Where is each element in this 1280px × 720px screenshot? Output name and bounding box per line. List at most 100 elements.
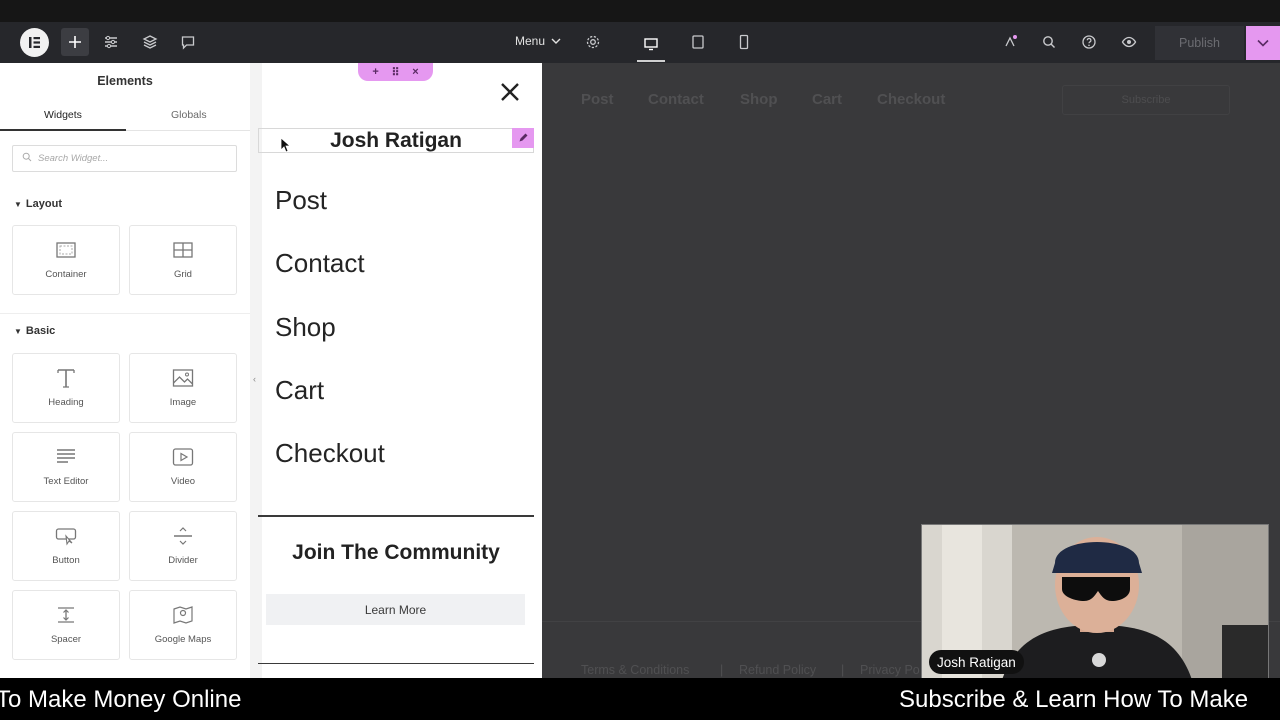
mobile-view-icon[interactable] xyxy=(730,28,758,56)
widget-search-box[interactable] xyxy=(12,145,237,172)
widget-grid[interactable]: Grid xyxy=(129,225,237,295)
menu-item-checkout[interactable]: Checkout xyxy=(275,438,385,469)
widget-spacer[interactable]: Spacer xyxy=(12,590,120,660)
document-menu-dropdown[interactable]: Menu xyxy=(515,34,561,48)
widget-label: Divider xyxy=(168,555,198,566)
preview-eye-icon[interactable] xyxy=(1115,28,1143,56)
caret-down-icon: ▼ xyxy=(14,199,22,209)
footer-link-refund[interactable]: Refund Policy xyxy=(739,663,816,677)
section-layout-header[interactable]: ▼ Layout xyxy=(14,198,62,210)
widget-label: Container xyxy=(45,269,87,280)
widget-label: Video xyxy=(170,476,196,487)
desktop-view-icon[interactable] xyxy=(637,28,665,62)
nav-link-post[interactable]: Post xyxy=(581,91,614,108)
ticker-text-right: Subscribe & Learn How To Make xyxy=(899,686,1249,713)
container-icon xyxy=(56,242,76,258)
widget-label: Image xyxy=(169,397,197,408)
learn-more-button[interactable]: Learn More xyxy=(266,594,525,625)
tab-globals[interactable]: Globals xyxy=(171,109,207,121)
widget-label: Button xyxy=(52,555,80,566)
editor-screen: Menu Publish Elements Widgets Globals Se… xyxy=(0,0,1280,720)
widget-label: Text Editor xyxy=(43,476,89,487)
elements-panel: Elements Widgets Globals ▼ Layout Contai… xyxy=(0,63,250,678)
widget-heading[interactable]: Heading xyxy=(12,353,120,423)
subscribe-button[interactable]: Subscribe xyxy=(1062,85,1230,115)
container-handle[interactable]: + ⠿ × xyxy=(358,63,433,81)
footer-link-terms[interactable]: Terms & Conditions xyxy=(581,663,689,677)
widget-container[interactable]: Container xyxy=(12,225,120,295)
widget-image[interactable]: Image xyxy=(129,353,237,423)
menu-item-shop[interactable]: Shop xyxy=(275,312,336,343)
text-editor-icon xyxy=(57,449,75,463)
delete-container-icon[interactable]: × xyxy=(412,66,418,78)
active-tab-indicator xyxy=(0,129,126,131)
image-icon xyxy=(172,369,194,387)
editor-toolbar: Menu Publish xyxy=(0,22,1280,63)
nav-link-contact[interactable]: Contact xyxy=(648,91,704,108)
panel-title: Elements xyxy=(97,74,153,88)
document-name: Menu xyxy=(515,34,546,48)
widget-label: Grid xyxy=(174,269,192,280)
site-settings-icon[interactable] xyxy=(97,28,125,56)
nav-link-shop[interactable]: Shop xyxy=(740,91,778,108)
map-pin-icon xyxy=(173,606,193,624)
help-question-icon[interactable] xyxy=(1075,28,1103,56)
community-heading: Join The Community xyxy=(292,541,500,564)
elementor-logo-icon[interactable] xyxy=(20,28,49,57)
publish-options-chevron-icon[interactable] xyxy=(1246,26,1280,60)
webcam-name-label: Josh Ratigan xyxy=(929,650,1024,674)
chevron-down-icon xyxy=(551,34,561,48)
section-divider xyxy=(0,313,250,314)
window-top-strip xyxy=(0,0,1280,22)
widget-divider[interactable]: Divider xyxy=(129,511,237,581)
search-icon[interactable] xyxy=(1035,28,1063,56)
menu-item-contact[interactable]: Contact xyxy=(275,248,365,279)
widget-search-input[interactable] xyxy=(38,153,228,164)
footer-separator: | xyxy=(841,663,845,677)
section-title: Basic xyxy=(25,325,56,337)
drag-handle-icon[interactable]: ⠿ xyxy=(391,66,399,79)
panel-tabs: Widgets Globals xyxy=(0,103,250,131)
heading-t-icon xyxy=(57,369,75,388)
mouse-cursor-icon xyxy=(280,137,292,158)
scrolling-ticker: To Make Money Online Subscribe & Learn H… xyxy=(0,678,1280,720)
ticker-text-left: To Make Money Online xyxy=(0,686,242,713)
divider-icon xyxy=(174,527,192,545)
edit-pencil-icon[interactable] xyxy=(512,128,534,148)
widget-label: Heading xyxy=(48,397,84,408)
nav-link-checkout[interactable]: Checkout xyxy=(877,91,945,108)
grid-icon xyxy=(173,242,193,258)
widget-text-editor[interactable]: Text Editor xyxy=(12,432,120,502)
widget-google-maps[interactable]: Google Maps xyxy=(129,590,237,660)
tablet-view-icon[interactable] xyxy=(684,28,712,56)
notes-comment-icon[interactable] xyxy=(174,28,202,56)
close-menu-icon[interactable] xyxy=(497,79,523,105)
offcanvas-menu xyxy=(262,63,542,678)
widget-label: Spacer xyxy=(50,634,82,645)
section-basic-header[interactable]: ▼ Basic xyxy=(14,325,55,337)
search-icon xyxy=(22,152,32,165)
widget-button[interactable]: Button xyxy=(12,511,120,581)
structure-layers-icon[interactable] xyxy=(136,28,164,56)
menu-item-cart[interactable]: Cart xyxy=(275,375,324,406)
section-title: Layout xyxy=(25,198,62,210)
footer-separator: | xyxy=(720,663,724,677)
chevron-left-icon[interactable]: ‹ xyxy=(253,374,256,384)
footer-link-privacy[interactable]: Privacy Po xyxy=(860,663,920,677)
add-container-icon[interactable]: + xyxy=(372,66,378,78)
tab-widgets[interactable]: Widgets xyxy=(44,109,82,121)
menu-divider-bottom xyxy=(258,663,534,664)
add-element-icon[interactable] xyxy=(61,28,89,56)
site-name-heading[interactable]: Josh Ratigan xyxy=(258,128,534,153)
caret-down-icon: ▼ xyxy=(14,326,22,336)
publish-button[interactable]: Publish xyxy=(1155,26,1244,60)
video-play-icon xyxy=(172,448,194,466)
widget-video[interactable]: Video xyxy=(129,432,237,502)
panel-collapse-handle[interactable] xyxy=(250,63,262,678)
ai-notifications-icon[interactable] xyxy=(996,28,1024,56)
page-settings-gear-icon[interactable] xyxy=(579,28,607,56)
widget-label: Google Maps xyxy=(154,634,212,645)
nav-link-cart[interactable]: Cart xyxy=(812,91,842,108)
menu-item-post[interactable]: Post xyxy=(275,185,327,216)
menu-divider xyxy=(258,515,534,517)
